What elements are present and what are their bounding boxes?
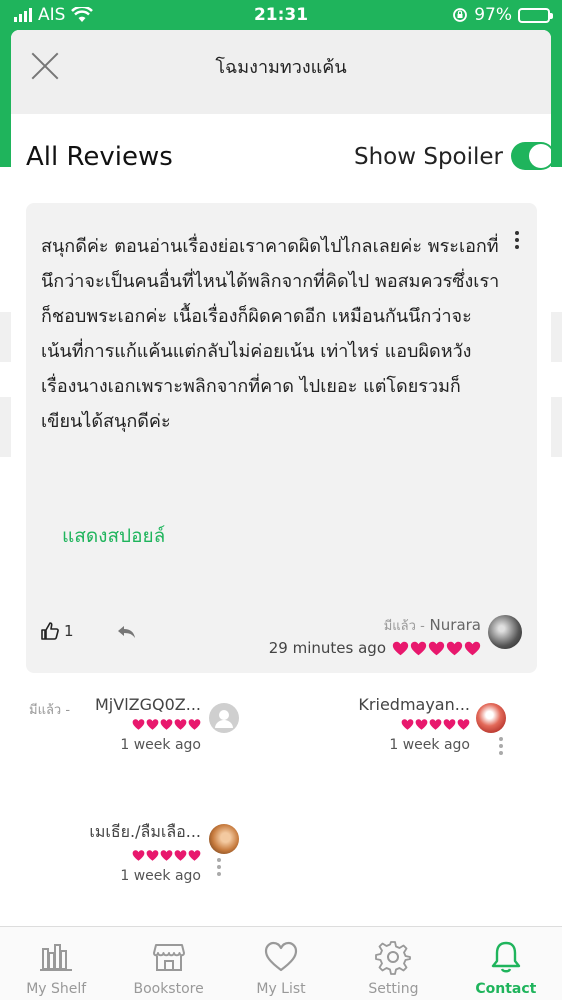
tab-label: Bookstore [133,981,204,997]
show-spoiler-link[interactable]: แสดงสปอยล์ [62,521,165,551]
heart-icon [428,641,445,655]
status-bar: AIS 21:31 97% [0,0,562,32]
avatar [476,703,506,733]
review-card: สนุกดีค่ะ ตอนอ่านเรื่องย่อเราคาดผิดไปไกล… [26,203,537,673]
heart-icon [446,641,463,655]
heart-icon [464,641,481,655]
list-item[interactable]: เมเธีย./ลืมเลือ... 1 week ago [29,820,239,884]
heart-icon [443,719,456,730]
sheet-title: โฉมงามทวงแค้น [215,57,347,78]
bottom-tab-bar: My Shelf Bookstore My List Setting Conta… [0,926,562,1000]
thumbs-up-icon [41,622,59,640]
rating-hearts [132,849,201,862]
rating-hearts [392,640,481,657]
sheet-header: โฉมงามทวงแค้น [11,30,551,114]
bell-icon [491,941,521,973]
heart-icon [174,719,187,730]
shelf-icon [40,944,73,971]
tab-setting[interactable]: Setting [337,927,449,1000]
review-time: 1 week ago [389,737,470,753]
heart-icon [429,719,442,730]
author-name[interactable]: Nurara [430,616,481,634]
reply-button[interactable] [116,623,138,645]
reviews-title: All Reviews [26,142,173,172]
reviews-header: All Reviews Show Spoiler [11,114,551,202]
review-author: มีแล้ว - Nurara [384,615,481,636]
tab-bookstore[interactable]: Bookstore [112,927,224,1000]
heart-icon [392,641,409,655]
review-time: 1 week ago [120,868,201,884]
heart-icon [410,641,427,655]
avatar [209,703,239,733]
heart-icon [160,719,173,730]
tab-my-shelf[interactable]: My Shelf [0,927,112,1000]
author-status: มีแล้ว - [383,619,425,634]
reviewer-name: Kriedmayan... [358,695,470,714]
list-item[interactable]: มีแล้ว - MjVlZGQ0Z... 1 week ago [29,695,239,753]
review-time: 1 week ago [120,737,201,753]
review-meta: 29 minutes ago [269,639,481,657]
heart-icon [132,850,145,861]
review-menu-icon[interactable] [498,737,504,759]
heart-icon [146,850,159,861]
orientation-lock-icon [453,8,468,22]
heart-icon [132,719,145,730]
store-icon [152,944,185,971]
heart-icon [264,941,298,972]
like-count: 1 [64,622,74,640]
heart-icon [174,850,187,861]
list-item[interactable]: Kriedmayan... 1 week ago [341,695,506,755]
tab-label: Setting [368,981,419,997]
heart-icon [188,719,201,730]
battery-icon [518,7,553,23]
show-spoiler-toggle[interactable] [511,142,551,170]
tab-label: Contact [475,981,537,997]
review-menu-icon[interactable] [513,231,521,253]
heart-icon [160,850,173,861]
rating-hearts [132,718,201,731]
reviews-sheet: โฉมงามทวงแค้น All Reviews Show Spoiler ส… [11,30,551,926]
heart-icon [188,850,201,861]
heart-icon [401,719,414,730]
avatar[interactable] [488,615,522,649]
heart-icon [415,719,428,730]
gear-icon [375,941,412,975]
show-spoiler-label: Show Spoiler [353,144,503,170]
tab-label: My Shelf [26,981,87,997]
heart-icon [146,719,159,730]
review-menu-icon[interactable] [216,858,222,880]
reply-icon [118,626,135,638]
avatar [209,824,239,854]
tab-my-list[interactable]: My List [225,927,337,1000]
review-time: 29 minutes ago [268,639,386,657]
reviewer-name: เมเธีย./ลืมเลือ... [89,822,201,841]
tab-contact[interactable]: Contact [450,927,562,1000]
heart-icon [457,719,470,730]
rating-hearts [401,718,470,731]
review-text: สนุกดีค่ะ ตอนอ่านเรื่องย่อเราคาดผิดไปไกล… [41,236,500,432]
like-button[interactable]: 1 [40,621,74,641]
battery-percent: 97% [474,5,512,25]
tab-label: My List [256,981,306,997]
reader-status: มีแล้ว - [29,703,71,718]
